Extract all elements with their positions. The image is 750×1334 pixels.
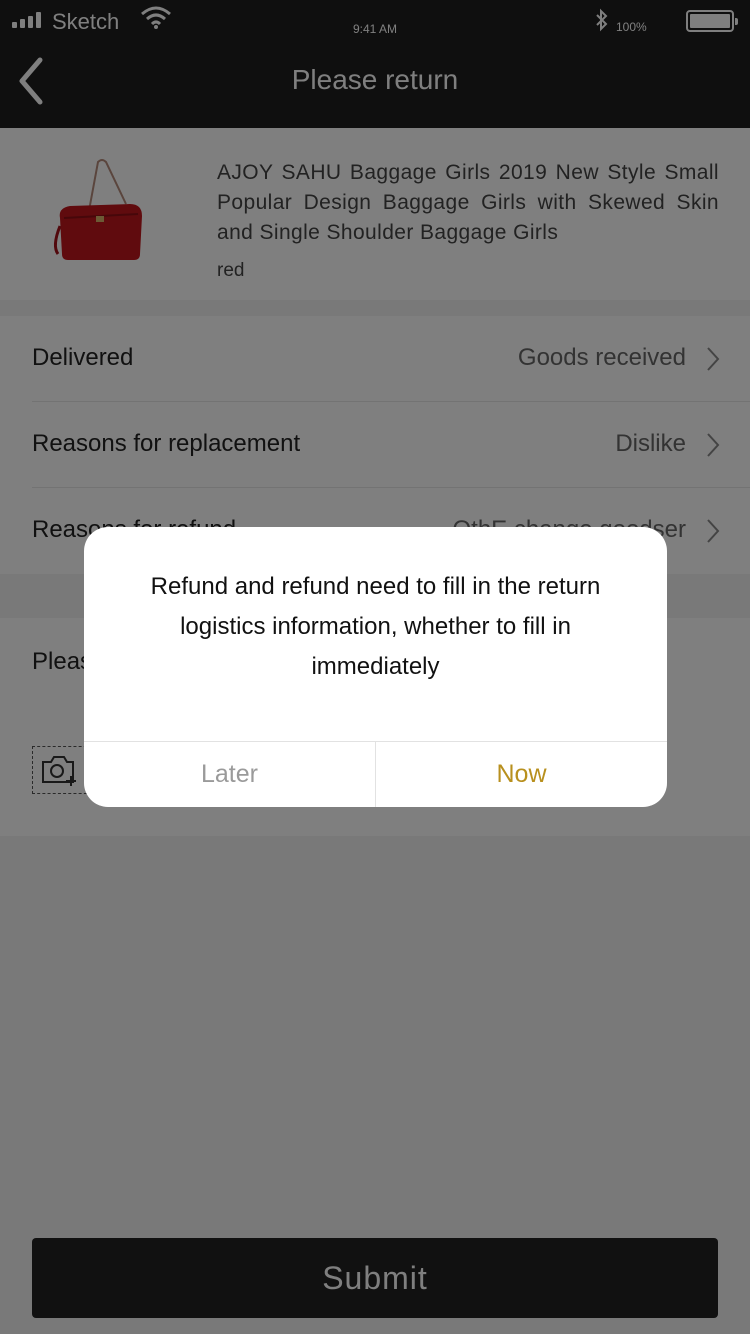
later-button[interactable]: Later [84, 742, 376, 807]
dialog-actions: Later Now [84, 741, 667, 807]
dialog-message: Refund and refund need to fill in the re… [150, 573, 601, 680]
now-button[interactable]: Now [376, 742, 667, 807]
confirm-dialog: Refund and refund need to fill in the re… [84, 527, 667, 807]
